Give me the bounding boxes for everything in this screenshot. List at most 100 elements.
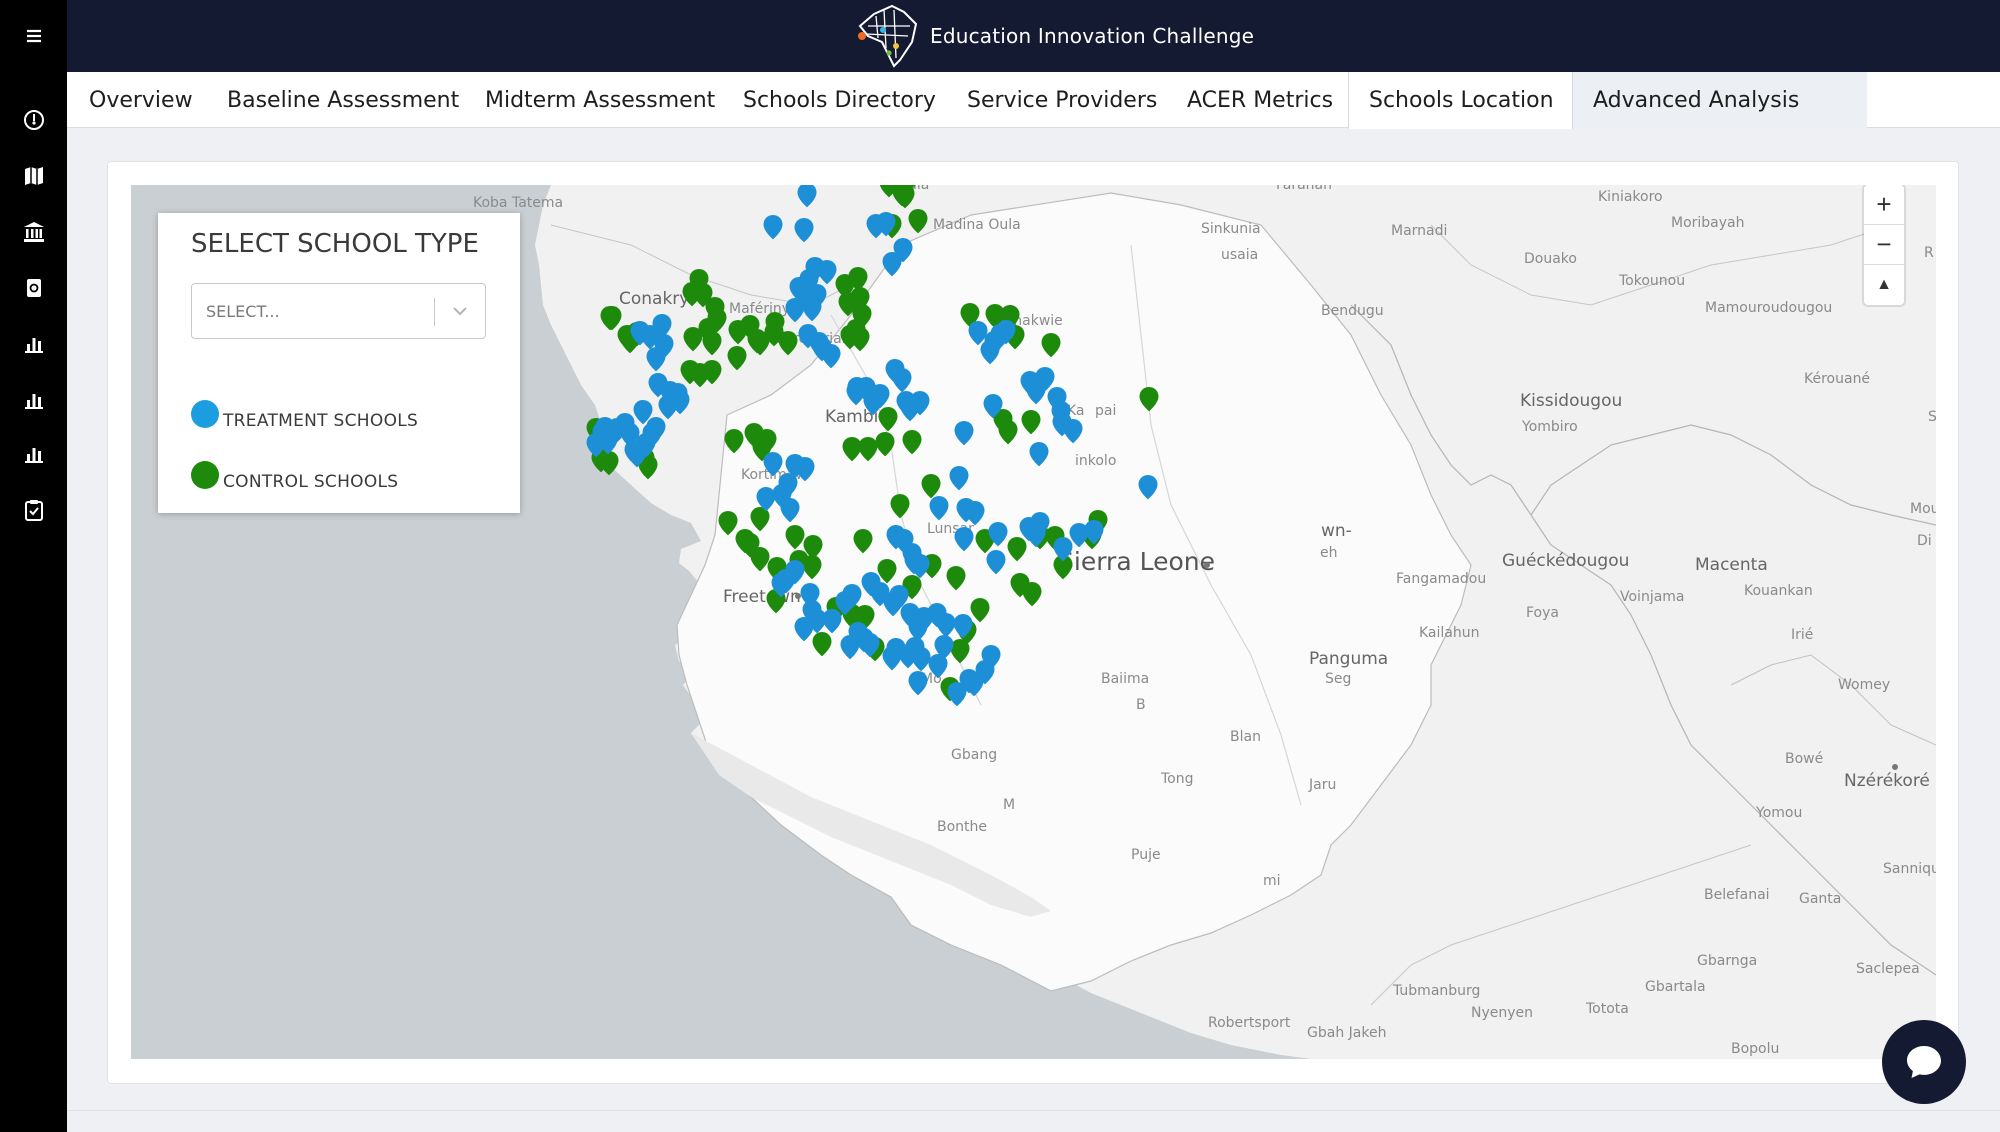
school-marker[interactable] (779, 497, 801, 523)
clipboard-icon[interactable] (0, 490, 67, 530)
school-marker[interactable] (909, 553, 931, 579)
school-marker[interactable] (723, 428, 745, 454)
school-marker[interactable] (945, 565, 967, 591)
school-marker[interactable] (953, 526, 975, 552)
school-marker[interactable] (899, 396, 921, 422)
school-marker[interactable] (881, 251, 903, 277)
dashboard-icon[interactable] (0, 100, 67, 140)
school-marker[interactable] (717, 510, 739, 536)
school-marker[interactable] (801, 296, 823, 322)
tab-acer-metrics[interactable]: ACER Metrics (1187, 72, 1333, 128)
map-label: Totota (1586, 1001, 1629, 1017)
map-icon[interactable] (0, 156, 67, 196)
school-marker[interactable] (1137, 474, 1159, 500)
school-marker[interactable] (1040, 332, 1062, 358)
reset-north-button[interactable]: ▲ (1864, 265, 1904, 305)
school-marker[interactable] (985, 549, 1007, 575)
school-marker[interactable] (1020, 409, 1042, 435)
school-marker[interactable] (1009, 572, 1031, 598)
school-marker[interactable] (1025, 379, 1047, 405)
menu-icon[interactable] (0, 16, 67, 56)
school-marker[interactable] (1062, 418, 1084, 444)
school-marker[interactable] (948, 465, 970, 491)
map-label: Kouankan (1744, 583, 1813, 599)
school-marker[interactable] (1028, 441, 1050, 467)
school-type-select[interactable]: SELECT... (191, 283, 486, 339)
school-marker[interactable] (891, 185, 913, 207)
school-marker[interactable] (974, 659, 996, 685)
bar-chart-icon[interactable] (0, 324, 67, 364)
school-marker[interactable] (701, 330, 723, 356)
zoom-in-button[interactable]: + (1864, 185, 1904, 225)
school-marker[interactable] (875, 211, 897, 237)
school-marker[interactable] (889, 493, 911, 519)
school-marker[interactable] (874, 431, 896, 457)
school-marker[interactable] (1138, 386, 1160, 412)
school-marker[interactable] (629, 320, 651, 346)
school-marker[interactable] (755, 486, 777, 512)
school-marker[interactable] (982, 393, 1004, 419)
institution-icon[interactable] (0, 212, 67, 252)
school-marker[interactable] (762, 214, 784, 240)
book-icon[interactable] (0, 268, 67, 308)
school-marker[interactable] (964, 500, 986, 526)
map-label: Robertsport (1208, 1015, 1291, 1031)
map-label: M (1003, 797, 1016, 813)
school-marker[interactable] (726, 345, 748, 371)
school-marker[interactable] (645, 416, 667, 442)
school-marker[interactable] (907, 670, 929, 696)
school-marker[interactable] (770, 572, 792, 598)
bar-chart-icon[interactable] (0, 434, 67, 474)
map-label: Bopolu (1731, 1041, 1780, 1057)
schools-map[interactable]: Koba Tatema Kindia Faranah Madina Oula S… (131, 185, 1936, 1059)
school-marker[interactable] (849, 326, 871, 352)
tab-service-providers[interactable]: Service Providers (967, 72, 1157, 128)
tab-overview[interactable]: Overview (89, 72, 193, 128)
tab-midterm-assessment[interactable]: Midterm Assessment (485, 72, 715, 128)
school-marker[interactable] (846, 376, 868, 402)
map-label: eh (1320, 545, 1338, 561)
map-label: Guéckédougou (1502, 551, 1630, 571)
map-label: Gbang (951, 747, 998, 763)
school-marker[interactable] (995, 319, 1017, 345)
school-marker[interactable] (859, 632, 881, 658)
map-label: Douako (1524, 251, 1577, 267)
school-marker[interactable] (681, 281, 703, 307)
school-marker[interactable] (746, 328, 768, 354)
map-label: Madina Oula (933, 217, 1021, 233)
school-marker[interactable] (885, 524, 907, 550)
school-marker[interactable] (869, 383, 891, 409)
school-marker[interactable] (901, 429, 923, 455)
school-marker[interactable] (682, 326, 704, 352)
map-label: Womey (1838, 677, 1891, 693)
school-marker[interactable] (837, 291, 859, 317)
school-marker[interactable] (907, 208, 929, 234)
school-marker[interactable] (801, 599, 823, 625)
school-marker[interactable] (904, 636, 926, 662)
school-marker[interactable] (701, 359, 723, 385)
chat-button[interactable] (1882, 1020, 1966, 1104)
school-marker[interactable] (793, 217, 815, 243)
tab-baseline-assessment[interactable]: Baseline Assessment (227, 72, 459, 128)
school-marker[interactable] (953, 420, 975, 446)
map-label: mi (1263, 873, 1281, 889)
school-marker[interactable] (796, 185, 818, 208)
tab-schools-location[interactable]: Schools Location (1348, 72, 1573, 129)
school-marker[interactable] (928, 495, 950, 521)
school-marker[interactable] (952, 613, 974, 639)
legend-label: TREATMENT SCHOOLS (223, 411, 419, 431)
zoom-out-button[interactable]: − (1864, 225, 1904, 265)
school-marker[interactable] (591, 421, 613, 447)
school-marker[interactable] (852, 528, 874, 554)
tab-advanced-analysis[interactable]: Advanced Analysis (1573, 72, 1867, 128)
school-marker[interactable] (997, 419, 1019, 445)
school-marker[interactable] (777, 330, 799, 356)
school-marker[interactable] (820, 343, 842, 369)
tab-schools-directory[interactable]: Schools Directory (743, 72, 936, 128)
school-marker[interactable] (987, 521, 1009, 547)
bar-chart-icon[interactable] (0, 380, 67, 420)
school-marker[interactable] (599, 305, 621, 331)
school-marker[interactable] (1083, 519, 1105, 545)
brand[interactable]: Education Innovation Challenge (854, 2, 1254, 70)
school-marker[interactable] (1025, 522, 1047, 548)
